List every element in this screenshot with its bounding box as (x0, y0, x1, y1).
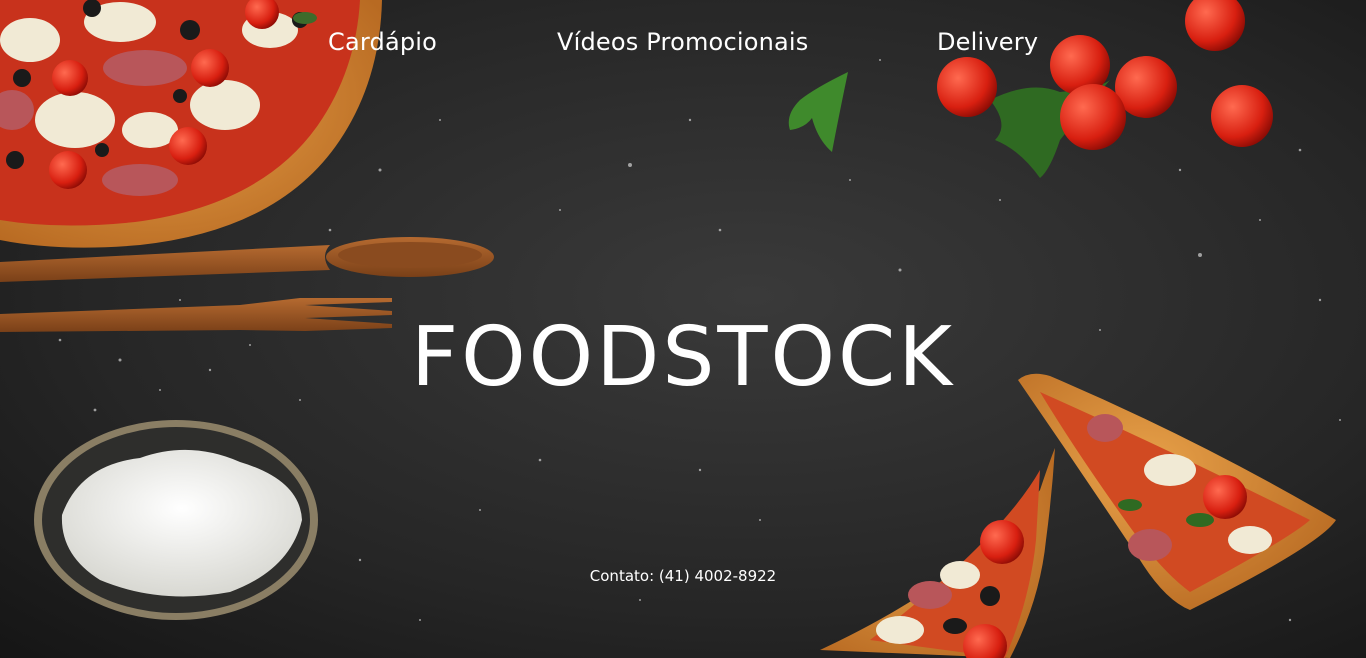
main-nav: Cardápio Vídeos Promocionais Delivery (0, 26, 1366, 58)
flour-bowl-image (34, 420, 318, 620)
nav-link-videos-promocionais[interactable]: Vídeos Promocionais (557, 26, 808, 58)
nav-link-cardapio[interactable]: Cardápio (328, 26, 437, 58)
contact-info: Contato: (41) 4002-8922 (589, 567, 777, 585)
nav-link-delivery[interactable]: Delivery (937, 26, 1038, 58)
brand-title-text: FOODSTOCK (410, 310, 956, 405)
brand-title: FOODSTOCK (0, 312, 1366, 404)
